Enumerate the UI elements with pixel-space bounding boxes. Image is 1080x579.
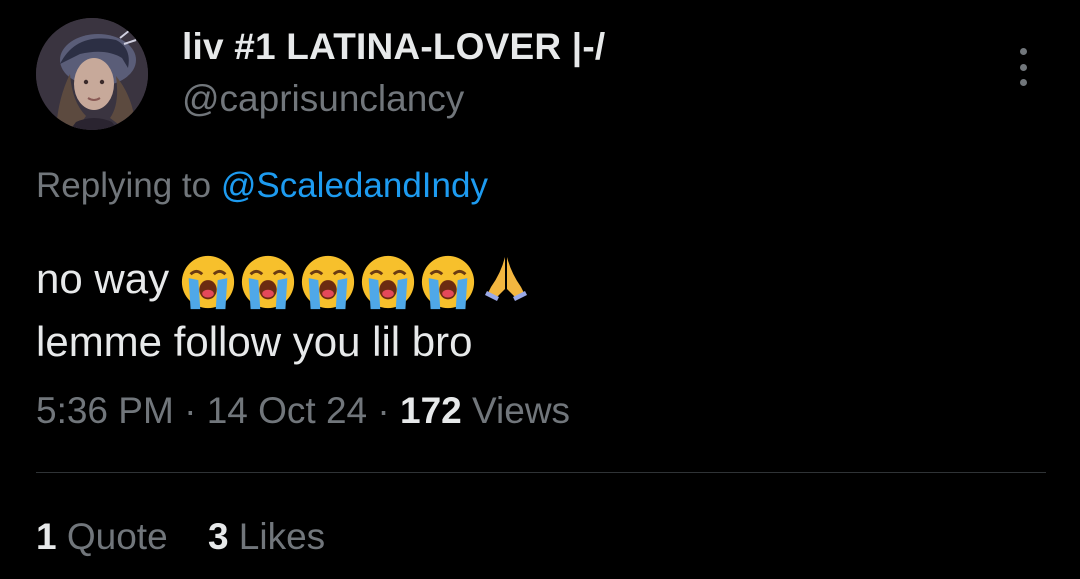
more-dot-icon	[1019, 79, 1027, 86]
tweet-date[interactable]: 14 Oct 24	[207, 390, 367, 431]
tweet-stats: 1 Quote 3 Likes	[36, 516, 355, 558]
loudly-crying-face-icon	[241, 255, 295, 309]
emoji-row	[179, 253, 529, 311]
display-name[interactable]: liv #1 LATINA-LOVER |-/	[182, 26, 605, 68]
divider	[36, 472, 1046, 473]
tweet-time[interactable]: 5:36 PM	[36, 390, 174, 431]
likes-label: Likes	[238, 516, 326, 557]
tweet-text-line-1-words: no way	[36, 255, 170, 302]
more-dot-icon	[1019, 48, 1027, 55]
loudly-crying-face-icon	[421, 255, 475, 309]
more-options-button[interactable]	[1008, 44, 1038, 90]
tweet-meta: 5:36 PM · 14 Oct 24 · 172 Views	[36, 390, 570, 432]
quotes-label: Quote	[66, 516, 168, 557]
avatar[interactable]	[36, 18, 148, 130]
folded-hands-icon	[485, 256, 528, 301]
tweet-text-line-2: lemme follow you lil bro	[36, 317, 473, 365]
quotes-stat[interactable]: 1 Quote	[36, 516, 168, 558]
replying-to-label: Replying to	[36, 166, 212, 205]
loudly-crying-face-icon	[301, 255, 355, 309]
more-dot-icon	[1019, 63, 1027, 71]
avatar-image	[36, 18, 148, 130]
views-label: Views	[472, 390, 571, 431]
user-handle[interactable]: @caprisunclancy	[182, 78, 464, 120]
tweet: liv #1 LATINA-LOVER |-/ @caprisunclancy …	[0, 0, 1080, 579]
quotes-count: 1	[36, 516, 57, 557]
views-count: 172	[400, 390, 462, 431]
meta-separator: ·	[184, 390, 197, 431]
tweet-text: no way lemme follow you lil bro	[36, 248, 529, 373]
tweet-text-line-1: no way	[36, 248, 529, 311]
meta-separator: ·	[377, 390, 390, 431]
loudly-crying-face-icon	[181, 255, 235, 309]
replying-to-mention[interactable]: @ScaledandIndy	[221, 166, 488, 205]
loudly-crying-face-icon	[361, 255, 415, 309]
replying-to: Replying to @ScaledandIndy	[36, 166, 488, 206]
likes-stat[interactable]: 3 Likes	[208, 516, 325, 558]
likes-count: 3	[207, 516, 229, 557]
